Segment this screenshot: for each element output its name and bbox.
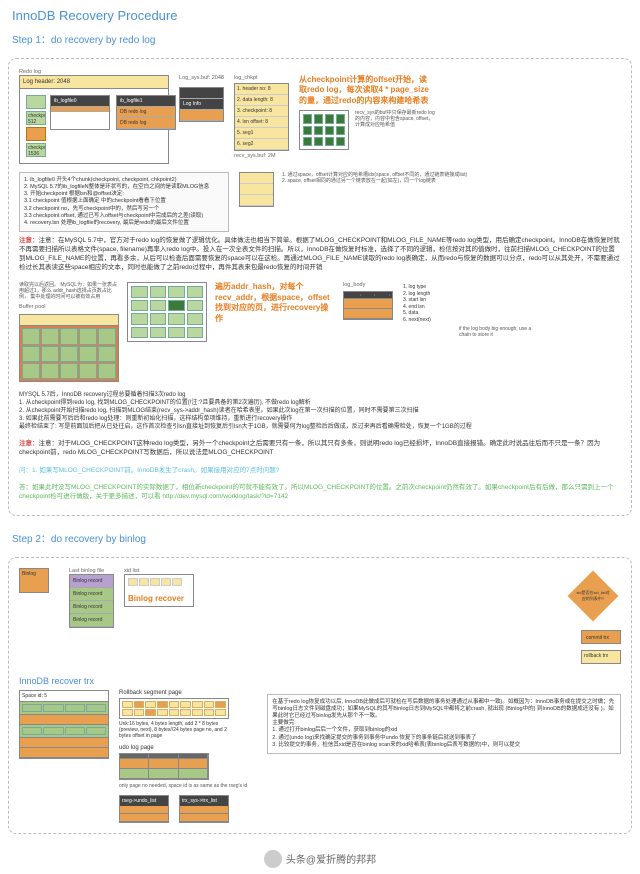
ib-logfile0-cell	[26, 95, 46, 109]
commit-trx-box: commit trx	[581, 630, 621, 644]
binlog-recover-label: Binlog recover	[128, 594, 190, 603]
binlog-box: Last binlog file Binlog record Binlog re…	[69, 568, 194, 628]
binlog-file: Binlog record Binlog record Binlog recor…	[69, 574, 114, 628]
step1-title: Step 1：do recovery by redo log	[0, 27, 640, 54]
callout-mid: 1. 通过space，offset计算对应的哈希槽idx(space, offs…	[282, 172, 482, 184]
step2-title: Step 2：do recovery by binlog	[0, 526, 640, 553]
recv-addr-block	[239, 172, 274, 207]
blank-cell	[26, 127, 46, 141]
notes-return: 读取完以后返回。 MySQL为：如果一张表占用超过1，那么 addr_hash选…	[19, 282, 119, 300]
log-body-box	[343, 291, 393, 320]
footer-notes: 在基于redo log恢复成功以后, InnoDB此做成后可就检在写后数据的事务…	[267, 694, 621, 754]
hash-grid-1	[299, 110, 349, 150]
attention-1: 注意：注意：在MySQL 5.7中，官方对于redo log的恢复做了逻辑优化。…	[19, 232, 621, 276]
rollback-segment: Rollback segment page Unk:16 bytes, 4 by…	[119, 690, 229, 739]
binlog-source: Binlog	[19, 568, 49, 593]
notes-box-1: 1. ib_logfile0 开头4个chunk(checkpoint, che…	[19, 172, 229, 232]
callout-checkpoint: 从checkpoint计算的offset开始，读取redo log，每次读取4 …	[299, 75, 429, 106]
step2-section: Binlog Last binlog file Binlog record Bi…	[8, 557, 632, 834]
only-page-note: only page no needed, space id is as same…	[119, 783, 247, 789]
addr-hash-note: 遍历addr_hash，对每个recv_addr，根据space，offset找…	[215, 282, 335, 324]
redo-log-box: Log header: 2048 checkpoint: 512 checkpo…	[19, 75, 169, 164]
recv-sys-buf-label: recv_sys.buf: 2M	[234, 153, 289, 159]
checkpoint-cell-2: checkpoint: 1536	[26, 143, 46, 157]
rollback-trx-box: rollback trx	[581, 650, 621, 664]
log-body-fields: 1. log type 2. log length 3. start lsn 4…	[401, 282, 451, 325]
page-title: InnoDB Recovery Procedure	[0, 0, 640, 27]
log-sys-buf-label: Log_sys.buf: 2048	[179, 75, 224, 81]
log-header: Log header: 2048	[20, 76, 168, 89]
recover-trx-title: InnoDB recover trx	[19, 676, 621, 686]
addr-hash-grid	[127, 282, 207, 342]
buffer-pool	[19, 314, 119, 382]
avatar-icon	[264, 850, 282, 868]
log-chkpt-label: log_chkpt	[234, 75, 289, 81]
chain-note: if the log body big enough, use a chain …	[459, 326, 539, 338]
step1-section: Redo log Log header: 2048 checkpoint: 51…	[8, 58, 632, 516]
space-box: Space id: 5	[19, 690, 109, 759]
trx-sys-rtrx-list: trx_sys->trx_list	[179, 795, 229, 823]
notes-3: MYSQL 5.7后，InnoDB recovery过程总要循着扫描3次redo…	[19, 388, 621, 435]
checkpoint-cell-1: checkpoint: 512	[26, 111, 46, 125]
decision-panel: xid是否在xid_list对应的列表中? commit trx rollbac…	[565, 568, 621, 664]
rseg-undo-list: rseg->undo_list	[119, 795, 169, 823]
ib-logfile1-block: ib_logfile1 DB redo log DB redo log	[116, 95, 176, 130]
attention-2: 注意：注意：对于MLOG_CHECKPOINT这种redo log类型，另外一个…	[19, 435, 621, 461]
log-sys-buf-block: Log Info	[179, 87, 224, 122]
answer-1: 答：如果此时没写MLOG_CHECKPOINT的实际数据了，相位新checkpo…	[19, 479, 621, 505]
xid-list-box: Binlog recover	[124, 574, 194, 607]
recv-sys-note: recv_sys的buf中只保存最新redo log的内容，内容中包含space…	[355, 110, 435, 150]
checkpoint-list: 1. header no: 8 2. data length: 8 3. che…	[234, 83, 289, 151]
undo-log-page: udo log page	[119, 745, 209, 780]
question-1: 问：1. 如果写MLOG_CHECKPOINT前。InnoDB发生了crash。…	[19, 462, 621, 479]
ib-logfile0-block: ib_logfile0	[50, 95, 110, 130]
xid-decision-diamond: xid是否在xid_list对应的列表中?	[568, 570, 619, 621]
attribution: 头条@爱折腾的邦邦	[0, 844, 640, 874]
